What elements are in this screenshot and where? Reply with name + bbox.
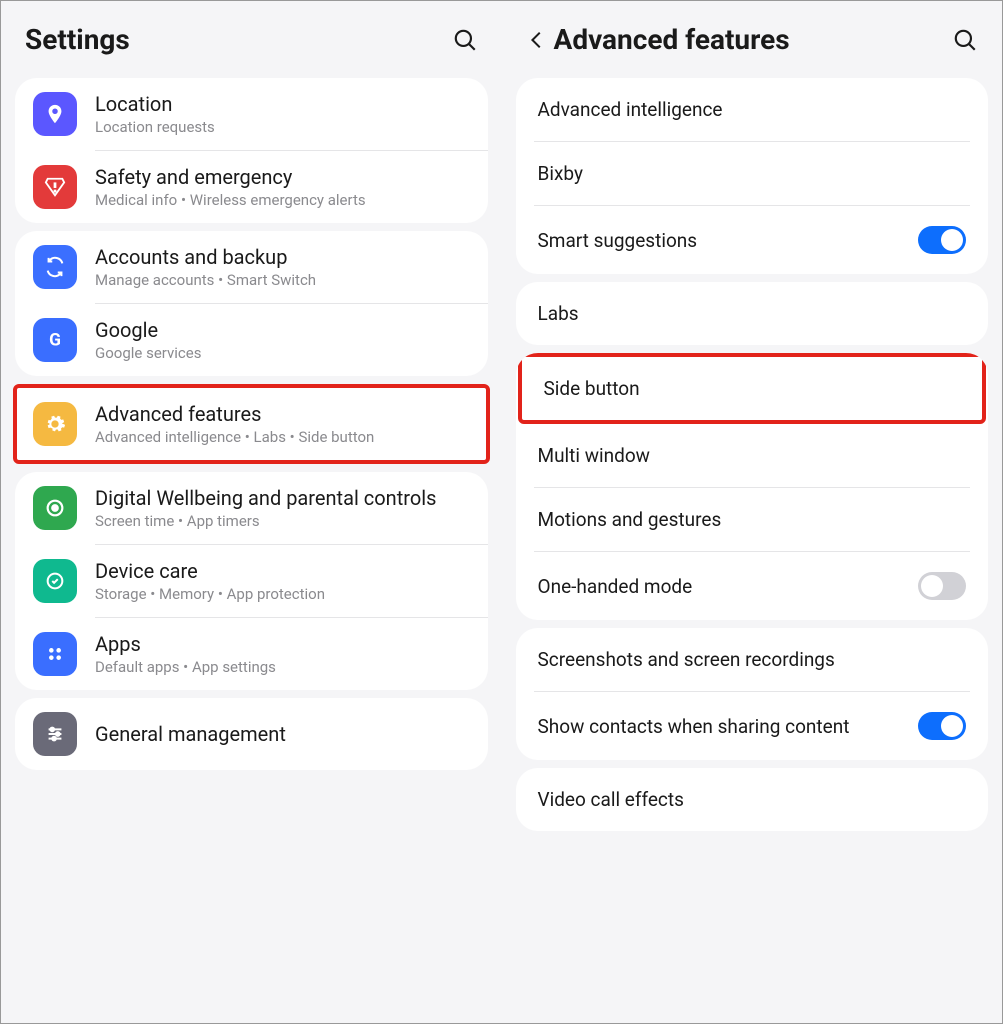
advanced-item-side-button[interactable]: Side button	[522, 357, 983, 420]
toggle-switch[interactable]	[918, 572, 966, 600]
settings-header: Settings	[1, 1, 502, 70]
row-title: Bixby	[538, 162, 967, 185]
toggle-switch[interactable]	[918, 226, 966, 254]
row-title: Motions and gestures	[538, 508, 967, 531]
settings-title: Settings	[25, 23, 452, 56]
google-icon: G	[33, 318, 77, 362]
advanced-item-video-call-effects[interactable]: Video call effects	[516, 768, 989, 831]
row-text: Apps Default apps • App settings	[95, 632, 470, 676]
row-subtitle: Storage • Memory • App protection	[95, 585, 470, 603]
row-text: General management	[95, 722, 470, 746]
advanced-item-advanced-intelligence[interactable]: Advanced intelligence	[516, 78, 989, 141]
row-subtitle: Default apps • App settings	[95, 658, 470, 676]
advanced-item-one-handed-mode[interactable]: One-handed mode	[516, 552, 989, 620]
advanced-item-labs[interactable]: Labs	[516, 282, 989, 345]
row-text: Google Google services	[95, 318, 470, 362]
row-title: Show contacts when sharing content	[538, 715, 919, 738]
care-icon	[33, 559, 77, 603]
row-title: Google	[95, 318, 470, 342]
settings-group: Digital Wellbeing and parental controls S…	[15, 472, 488, 690]
advanced-item-show-contacts-when-sharing-content[interactable]: Show contacts when sharing content	[516, 692, 989, 760]
toggle-switch[interactable]	[918, 712, 966, 740]
row-title: One-handed mode	[538, 575, 919, 598]
advanced-item-bixby[interactable]: Bixby	[516, 142, 989, 205]
advanced-item-motions-and-gestures[interactable]: Motions and gestures	[516, 488, 989, 551]
highlighted-row: Side button	[518, 353, 987, 424]
settings-group: Accounts and backup Manage accounts • Sma…	[15, 231, 488, 376]
advanced-group: Side button Multi window Motions and gestu…	[516, 353, 989, 620]
row-subtitle: Screen time • App timers	[95, 512, 470, 530]
row-text: Advanced features Advanced intelligence •…	[95, 402, 470, 446]
advanced-item-smart-suggestions[interactable]: Smart suggestions	[516, 206, 989, 274]
row-title: General management	[95, 722, 470, 746]
advanced-header: Advanced features	[502, 1, 1003, 70]
settings-item-general-management[interactable]: General management	[15, 698, 488, 770]
row-text: Device care Storage • Memory • App protec…	[95, 559, 470, 603]
settings-group: Location Location requests Safety and emer…	[15, 78, 488, 223]
search-button[interactable]	[952, 27, 978, 53]
svg-text:G: G	[49, 330, 61, 350]
advanced-features-panel: Advanced features Advanced intelligence B…	[502, 1, 1003, 1023]
advanced-group: Advanced intelligence Bixby Smart suggesti…	[516, 78, 989, 274]
row-text: Digital Wellbeing and parental controls S…	[95, 486, 470, 530]
settings-panel: Settings Location Location requests Safety…	[1, 1, 502, 1023]
row-title: Advanced features	[95, 402, 470, 426]
row-text: Location Location requests	[95, 92, 470, 136]
row-title: Smart suggestions	[538, 229, 919, 252]
advanced-list: Advanced intelligence Bixby Smart suggesti…	[502, 70, 1003, 839]
settings-item-google[interactable]: G Google Google services	[15, 304, 488, 376]
row-text: Accounts and backup Manage accounts • Sma…	[95, 245, 470, 289]
row-title: Location	[95, 92, 470, 116]
search-icon	[452, 27, 478, 53]
row-title: Accounts and backup	[95, 245, 470, 269]
apps-icon	[33, 632, 77, 676]
location-icon	[33, 92, 77, 136]
settings-item-digital-wellbeing-and-parental-controls[interactable]: Digital Wellbeing and parental controls S…	[15, 472, 488, 544]
sync-icon	[33, 245, 77, 289]
search-icon	[952, 27, 978, 53]
row-title: Safety and emergency	[95, 165, 470, 189]
search-button[interactable]	[452, 27, 478, 53]
settings-item-device-care[interactable]: Device care Storage • Memory • App protec…	[15, 545, 488, 617]
settings-item-accounts-and-backup[interactable]: Accounts and backup Manage accounts • Sma…	[15, 231, 488, 303]
advanced-group: Screenshots and screen recordings Show co…	[516, 628, 989, 760]
highlighted-row: Advanced features Advanced intelligence •…	[13, 384, 490, 464]
settings-item-advanced-features[interactable]: Advanced features Advanced intelligence •…	[17, 388, 486, 460]
row-title: Multi window	[538, 444, 967, 467]
row-title: Labs	[538, 302, 967, 325]
row-subtitle: Advanced intelligence • Labs • Side butt…	[95, 428, 470, 446]
row-subtitle: Google services	[95, 344, 470, 362]
advanced-title: Advanced features	[554, 23, 953, 56]
row-title: Side button	[544, 377, 961, 400]
advanced-group: Labs	[516, 282, 989, 345]
settings-group: General management	[15, 698, 488, 770]
advanced-group: Video call effects	[516, 768, 989, 831]
row-subtitle: Manage accounts • Smart Switch	[95, 271, 470, 289]
back-button[interactable]	[526, 29, 554, 51]
settings-item-safety-and-emergency[interactable]: Safety and emergency Medical info • Wirel…	[15, 151, 488, 223]
settings-item-apps[interactable]: Apps Default apps • App settings	[15, 618, 488, 690]
wellbeing-icon	[33, 486, 77, 530]
settings-item-location[interactable]: Location Location requests	[15, 78, 488, 150]
sliders-icon	[33, 712, 77, 756]
row-text: Safety and emergency Medical info • Wirel…	[95, 165, 470, 209]
row-subtitle: Location requests	[95, 118, 470, 136]
row-title: Digital Wellbeing and parental controls	[95, 486, 470, 510]
row-title: Advanced intelligence	[538, 98, 967, 121]
row-title: Device care	[95, 559, 470, 583]
advanced-item-screenshots-and-screen-recordings[interactable]: Screenshots and screen recordings	[516, 628, 989, 691]
alert-icon	[33, 165, 77, 209]
row-title: Screenshots and screen recordings	[538, 648, 967, 671]
row-title: Apps	[95, 632, 470, 656]
advanced-item-multi-window[interactable]: Multi window	[516, 424, 989, 487]
back-icon	[526, 29, 548, 51]
row-subtitle: Medical info • Wireless emergency alerts	[95, 191, 470, 209]
gear-icon	[33, 402, 77, 446]
settings-list: Location Location requests Safety and emer…	[1, 70, 502, 778]
row-title: Video call effects	[538, 788, 967, 811]
